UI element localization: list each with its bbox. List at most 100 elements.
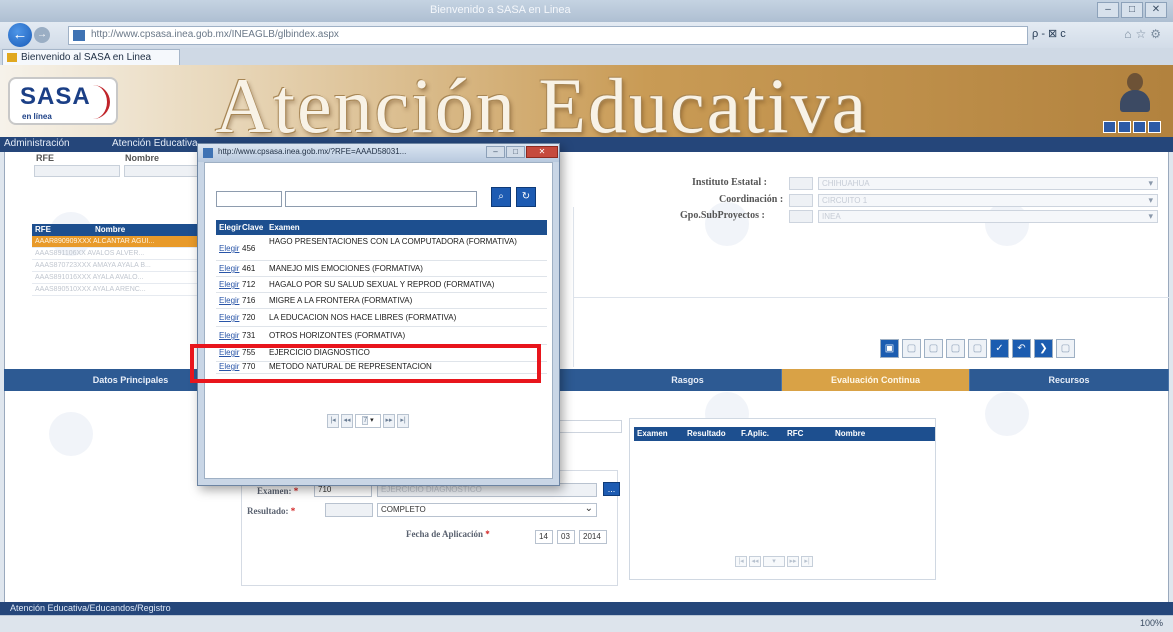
resultado-select[interactable]: COMPLETO ⌄ (377, 503, 597, 517)
page-select[interactable]: 7 ▾ (355, 414, 381, 428)
resultado-code-input[interactable] (325, 503, 373, 517)
refresh-icon: ↻ (521, 191, 531, 202)
next-page-icon[interactable]: ▸▸ (787, 556, 799, 567)
examen-search-input[interactable] (285, 191, 477, 207)
maximize-icon[interactable]: □ (1121, 2, 1143, 18)
instituto-value: CHIHUAHUA (822, 179, 870, 188)
exit-icon[interactable] (1148, 121, 1161, 133)
coordinacion-select[interactable]: CIRCUITO 1 ▾ (818, 194, 1158, 207)
gpo-code-input[interactable] (789, 210, 813, 223)
coordinacion-code-input[interactable] (789, 194, 813, 207)
forward-button[interactable]: → (34, 27, 50, 43)
grid-row[interactable]: AAAS891016XXX AYALA AVALO... (32, 272, 210, 284)
instituto-code-input[interactable] (789, 177, 813, 190)
examenes-table-header: Elegir Clave Examen (216, 220, 547, 235)
table-row: Elegir 461 MANEJO MIS EMOCIONES (FORMATI… (216, 261, 547, 277)
elegir-link[interactable]: Elegir (219, 296, 239, 305)
search-field[interactable] (552, 420, 622, 433)
zoom-level[interactable]: 100% (1140, 618, 1163, 628)
tab-strip: Bienvenido al SASA en Linea (0, 48, 1173, 65)
clave-cell: 461 (242, 264, 256, 273)
close-icon[interactable]: ✕ (1145, 2, 1167, 18)
search-icon: ⌕ (498, 191, 504, 202)
elegir-link[interactable]: Elegir (219, 244, 239, 253)
menu-item-atencion-educativa[interactable]: Atención Educativa (112, 138, 198, 149)
prev-page-icon[interactable]: ◂◂ (749, 556, 761, 567)
results-header: Examen Resultado F.Aplic. RFC Nombre (634, 427, 935, 441)
minimize-icon[interactable]: – (486, 146, 505, 158)
page-select[interactable]: ▾ (763, 556, 785, 567)
exit-icon[interactable]: ▢ (1056, 339, 1075, 358)
watermark-icon (705, 202, 749, 246)
print-icon[interactable]: ▢ (946, 339, 965, 358)
grid-row[interactable]: AAAS870723XXX AMAYA AYALA B... (32, 260, 210, 272)
close-icon[interactable]: ✕ (526, 146, 558, 158)
edit-icon[interactable]: ▢ (902, 339, 921, 358)
instituto-select[interactable]: CHIHUAHUA ▾ (818, 177, 1158, 190)
fecha-month-input[interactable]: 03 (557, 530, 575, 544)
examen-cell: LA EDUCACION NOS HACE LIBRES (FORMATIVA) (269, 313, 457, 322)
elegir-link[interactable]: Elegir (219, 280, 239, 289)
elegir-link[interactable]: Elegir (219, 313, 239, 322)
info-icon[interactable] (1133, 121, 1146, 133)
clave-cell: 716 (242, 296, 256, 305)
undo-icon[interactable]: ↶ (1012, 339, 1031, 358)
selection-highlight (190, 344, 541, 383)
grid-header-nombre: Nombre (95, 225, 126, 234)
popup-titlebar: http://www.cpsasa.inea.gob.mx/?RFE=AAAD5… (198, 144, 559, 162)
fecha-aplicacion-label: Fecha de Aplicación * (406, 529, 490, 539)
rfe-input[interactable] (34, 165, 120, 177)
nombre-input[interactable] (124, 165, 200, 177)
watermark-icon (985, 392, 1029, 436)
table-row: Elegir 716 MIGRE A LA FRONTERA (FORMATIV… (216, 293, 547, 309)
home-icon[interactable] (1103, 121, 1116, 133)
tab-rasgos[interactable]: Rasgos (594, 369, 782, 391)
chevron-down-icon: ▾ (1148, 195, 1153, 205)
chevron-down-icon: ⌄ (584, 503, 593, 514)
browser-tab[interactable]: Bienvenido al SASA en Linea (2, 49, 180, 65)
menu-item-administracion[interactable]: Administración (4, 138, 70, 149)
window-icon[interactable] (1118, 121, 1131, 133)
grid-row[interactable]: AAAS891106XX AVALOS ALVER... (32, 248, 210, 260)
next-icon[interactable]: ❯ (1034, 339, 1053, 358)
elegir-link[interactable]: Elegir (219, 264, 239, 273)
results-header-nombre: Nombre (835, 429, 866, 438)
elegir-link[interactable]: Elegir (219, 331, 239, 340)
accept-icon[interactable]: ✓ (990, 339, 1009, 358)
copy-icon[interactable]: ▢ (924, 339, 943, 358)
gpo-select[interactable]: INEA ▾ (818, 210, 1158, 223)
first-page-icon[interactable]: |◂ (735, 556, 747, 567)
tab-evaluacion-continua[interactable]: Evaluación Continua (782, 369, 970, 391)
fecha-day-input[interactable]: 14 (535, 530, 553, 544)
new-record-icon[interactable]: ▣ (880, 339, 899, 358)
resultado-value: COMPLETO (381, 505, 426, 514)
minimize-icon[interactable]: – (1097, 2, 1119, 18)
tab-recursos[interactable]: Recursos (970, 369, 1169, 391)
back-button[interactable]: ← (8, 23, 32, 47)
educandos-grid: RFE Nombre AAAR890909XXX ALCANTAR AGUI..… (32, 224, 210, 296)
watermark-icon (49, 412, 93, 456)
banner-icon-group (1103, 121, 1161, 133)
maximize-icon[interactable]: □ (506, 146, 525, 158)
url-field[interactable]: http://www.cpsasa.inea.gob.mx/INEAGLB/gl… (68, 26, 1028, 45)
popup-favicon-icon (203, 148, 213, 158)
examen-lookup-button[interactable]: ... (603, 482, 620, 496)
last-page-icon[interactable]: ▸| (801, 556, 813, 567)
search-button[interactable]: ⌕ (491, 187, 511, 207)
chevron-down-icon: ▾ (1148, 211, 1153, 221)
next-page-icon[interactable]: ▸▸ (383, 414, 395, 428)
delete-icon[interactable]: ▢ (968, 339, 987, 358)
logo-subtext: en línea (22, 112, 52, 121)
clear-button[interactable]: ↻ (516, 187, 536, 207)
home-star-gear-icons[interactable]: ⌂☆⚙ (1124, 27, 1165, 41)
grid-row[interactable]: AAAR890909XXX ALCANTAR AGUI... (32, 236, 210, 248)
popup-title: http://www.cpsasa.inea.gob.mx/?RFE=AAAD5… (218, 147, 407, 156)
search-refresh-icons[interactable]: ρ - ⊠ c (1032, 27, 1066, 40)
prev-page-icon[interactable]: ◂◂ (341, 414, 353, 428)
last-page-icon[interactable]: ▸| (397, 414, 409, 428)
clave-search-input[interactable] (216, 191, 282, 207)
grid-row[interactable]: AAAS890510XXX AYALA ARENC... (32, 284, 210, 296)
status-bar: Atención Educativa/Educandos/Registro (0, 602, 1173, 615)
first-page-icon[interactable]: |◂ (327, 414, 339, 428)
fecha-year-input[interactable]: 2014 (579, 530, 607, 544)
